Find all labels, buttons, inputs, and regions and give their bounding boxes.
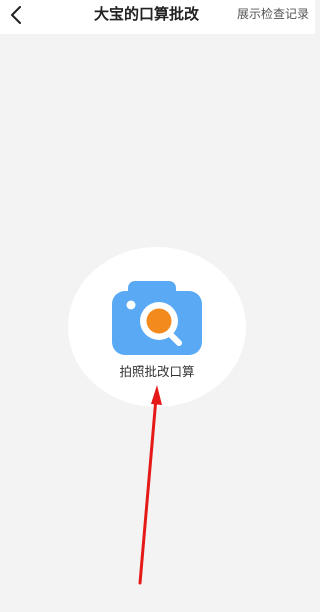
back-button[interactable]: [4, 2, 30, 28]
top-bar: 大宝的口算批改 展示检查记录: [0, 0, 315, 34]
camera-search-icon: [112, 281, 202, 355]
page-title: 大宝的口算批改: [94, 5, 200, 23]
show-check-records-link[interactable]: 展示检查记录: [237, 5, 309, 23]
photo-check-label: 拍照批改口算: [119, 364, 195, 379]
chevron-left-icon: [11, 6, 21, 24]
photo-check-button[interactable]: 拍照批改口算: [68, 247, 246, 407]
